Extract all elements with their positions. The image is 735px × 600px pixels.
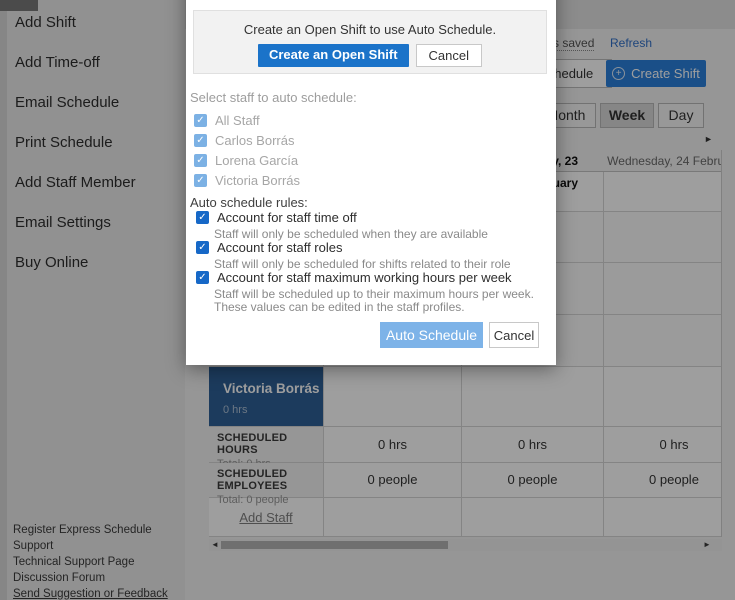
checkbox-rule-roles[interactable]: ✓	[196, 241, 209, 254]
open-shift-banner: Create an Open Shift to use Auto Schedul…	[193, 10, 547, 74]
auto-schedule-submit-button[interactable]: Auto Schedule	[380, 322, 483, 348]
staff-option-label: All Staff	[215, 113, 260, 128]
rule-description: Staff will be scheduled up to their maxi…	[214, 287, 534, 301]
banner-cancel-button[interactable]: Cancel	[416, 44, 482, 67]
rule-roles: ✓ Account for staff roles	[196, 240, 343, 255]
checkbox-all-staff[interactable]: ✓	[194, 114, 207, 127]
create-open-shift-button[interactable]: Create an Open Shift	[258, 44, 409, 67]
dialog-cancel-button[interactable]: Cancel	[489, 322, 539, 348]
staff-option-label: Lorena García	[215, 153, 298, 168]
staff-option-label: Victoria Borrás	[215, 173, 300, 188]
checkbox-victoria[interactable]: ✓	[194, 174, 207, 187]
staff-option-all-staff: ✓ All Staff	[194, 113, 260, 128]
rules-section-title: Auto schedule rules:	[190, 195, 308, 210]
rule-description: Staff will only be scheduled for shifts …	[214, 257, 511, 271]
rule-max-hours: ✓ Account for staff maximum working hour…	[196, 270, 512, 285]
auto-schedule-dialog: Create an Open Shift to use Auto Schedul…	[186, 0, 556, 365]
rule-description: These values can be edited in the staff …	[214, 300, 465, 314]
rule-label: Account for staff time off	[217, 210, 357, 225]
rule-label: Account for staff maximum working hours …	[217, 270, 512, 285]
staff-option-carlos: ✓ Carlos Borrás	[194, 133, 294, 148]
banner-message: Create an Open Shift to use Auto Schedul…	[194, 22, 546, 37]
staff-option-label: Carlos Borrás	[215, 133, 294, 148]
checkbox-rule-time-off[interactable]: ✓	[196, 211, 209, 224]
checkbox-carlos[interactable]: ✓	[194, 134, 207, 147]
staff-option-victoria: ✓ Victoria Borrás	[194, 173, 300, 188]
rule-description: Staff will only be scheduled when they a…	[214, 227, 488, 241]
app-window: Add Shift Add Time-off Email Schedule Pr…	[0, 0, 735, 600]
rule-time-off: ✓ Account for staff time off	[196, 210, 357, 225]
staff-option-lorena: ✓ Lorena García	[194, 153, 298, 168]
checkbox-rule-max-hours[interactable]: ✓	[196, 271, 209, 284]
checkbox-lorena[interactable]: ✓	[194, 154, 207, 167]
rule-label: Account for staff roles	[217, 240, 343, 255]
staff-section-title: Select staff to auto schedule:	[190, 90, 357, 105]
